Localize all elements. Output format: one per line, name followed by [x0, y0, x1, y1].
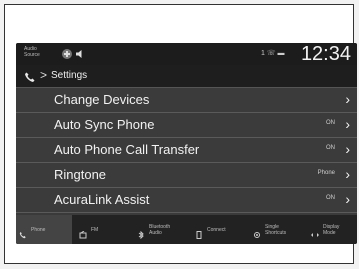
- shortcut-icon: [253, 226, 261, 238]
- tab-phone[interactable]: Phone: [16, 215, 72, 244]
- volume-icon[interactable]: [75, 49, 85, 59]
- chevron-right-icon: ›: [345, 166, 350, 182]
- device-icon: [195, 226, 203, 239]
- breadcrumb-separator: >: [40, 68, 48, 82]
- setting-row-acuralink-assist[interactable]: AcuraLink Assist ON ›: [16, 188, 357, 213]
- tab-label: Phone: [31, 226, 46, 233]
- tab-label: FM: [91, 226, 99, 233]
- chevron-right-icon: ›: [345, 116, 350, 132]
- add-icon[interactable]: [62, 49, 72, 59]
- chevron-right-icon: ›: [345, 141, 350, 157]
- setting-status: ON: [326, 120, 335, 126]
- audio-source-button[interactable]: Audio Source: [24, 46, 46, 58]
- tab-label: Bluetooth Audio: [149, 223, 171, 236]
- setting-row-change-devices[interactable]: Change Devices ›: [16, 88, 357, 113]
- setting-status: ON: [326, 195, 335, 201]
- bottom-tab-bar: Phone FM Bluetooth Audio Connect Single …: [16, 215, 357, 244]
- infotainment-screen: Audio Source 1 ☏ ▬ 12:34 > Settings Chan…: [16, 43, 357, 244]
- chevron-right-icon: ›: [345, 91, 350, 107]
- bluetooth-icon: [137, 226, 145, 239]
- settings-list: Change Devices › Auto Sync Phone ON › Au…: [16, 88, 357, 213]
- setting-row-auto-phone-call-transfer[interactable]: Auto Phone Call Transfer ON ›: [16, 138, 357, 163]
- tab-label: Connect: [207, 226, 226, 233]
- tab-fm[interactable]: FM: [76, 215, 132, 244]
- radio-icon: [79, 226, 87, 238]
- clock: 12:34: [300, 43, 351, 65]
- tab-label: Single Shortcuts: [265, 223, 287, 236]
- setting-row-auto-sync-phone[interactable]: Auto Sync Phone ON ›: [16, 113, 357, 138]
- tab-bluetooth-audio[interactable]: Bluetooth Audio: [134, 215, 190, 244]
- display-icon: [311, 226, 319, 237]
- setting-label: Auto Phone Call Transfer: [54, 142, 200, 157]
- phone-icon[interactable]: [24, 70, 36, 82]
- figure-frame: Audio Source 1 ☏ ▬ 12:34 > Settings Chan…: [4, 4, 357, 264]
- setting-label: Auto Sync Phone: [54, 117, 155, 132]
- tab-label: Display Mode: [323, 223, 340, 236]
- setting-label: AcuraLink Assist: [54, 192, 150, 207]
- tab-connect[interactable]: Connect: [192, 215, 248, 244]
- setting-status: Phone: [317, 170, 335, 176]
- setting-label: Ringtone: [54, 167, 107, 182]
- chevron-right-icon: ›: [345, 191, 350, 207]
- page-title: Settings: [51, 70, 88, 81]
- phone-icon: [19, 226, 27, 238]
- setting-row-ringtone[interactable]: Ringtone Phone ›: [16, 163, 357, 188]
- setting-label: Change Devices: [54, 92, 150, 107]
- breadcrumb: > Settings: [16, 65, 357, 88]
- system-status-icons: 1 ☏ ▬: [261, 50, 285, 57]
- status-bar: Audio Source 1 ☏ ▬ 12:34: [16, 43, 357, 65]
- setting-status: ON: [326, 145, 335, 151]
- tab-display-mode[interactable]: Display Mode: [308, 215, 357, 244]
- tab-single-shortcuts[interactable]: Single Shortcuts: [250, 215, 306, 244]
